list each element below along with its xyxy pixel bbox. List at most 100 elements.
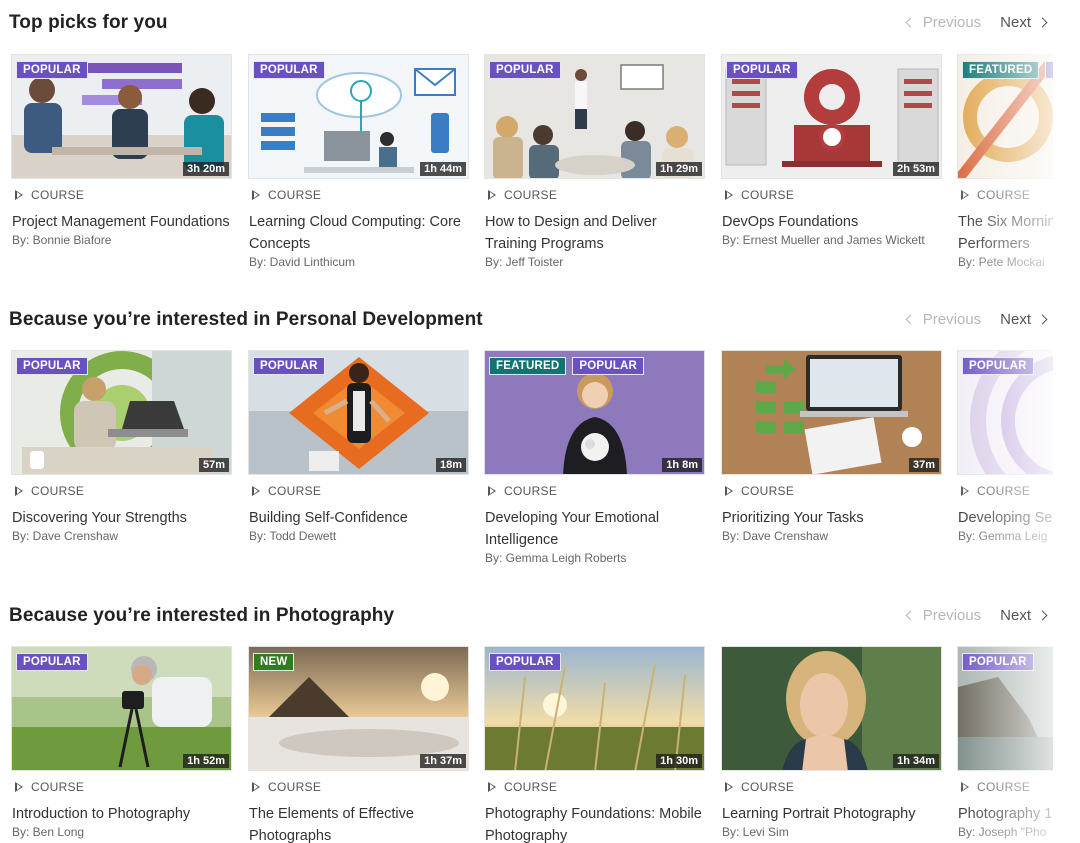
play-icon <box>252 486 260 496</box>
course-title[interactable]: Prioritizing Your Tasks <box>722 507 942 529</box>
content-type: COURSE <box>488 780 705 794</box>
next-button[interactable]: Next <box>1000 311 1048 328</box>
course-card[interactable]: POPULAR 18m COURSE Building Self-Confide… <box>248 350 469 543</box>
popular-badge: POPULAR <box>962 653 1034 671</box>
badge-group: POPULAR <box>16 653 88 671</box>
badge-group: FEATURED P <box>962 61 1053 79</box>
course-author: By: Ernest Mueller and James Wickett <box>722 233 925 247</box>
course-author: By: Dave Crenshaw <box>12 529 119 543</box>
featured-badge: FEATURED <box>489 357 567 375</box>
new-badge: NEW <box>253 653 295 671</box>
popular-badge: POPULAR <box>726 61 798 79</box>
popular-badge: POPULAR <box>16 357 88 375</box>
play-icon <box>725 782 733 792</box>
popular-badge: POPULAR <box>16 653 88 671</box>
duration-label: 2h 53m <box>893 162 939 176</box>
section-header: Because you’re interested in Personal De… <box>9 309 1080 339</box>
course-title[interactable]: Discovering Your Strengths <box>12 507 232 529</box>
course-thumbnail[interactable]: POPULAR 1h 52m <box>11 646 232 771</box>
featured-badge: FEATURED <box>962 61 1040 79</box>
popular-badge: POPULAR <box>253 61 325 79</box>
course-author: By: Ben Long <box>12 825 85 839</box>
thumbnail-image <box>722 351 941 474</box>
course-card[interactable]: 37m COURSE Prioritizing Your Tasks By: D… <box>721 350 942 543</box>
course-author: By: Pete Mockai <box>958 255 1045 269</box>
course-card[interactable]: FEATURED P COURSE The Six Mornin Perform… <box>957 54 1053 269</box>
badge-group: POPULAR <box>962 357 1034 375</box>
section-title: Because you’re interested in Personal De… <box>9 309 483 330</box>
chevron-left-icon <box>905 17 916 28</box>
course-thumbnail[interactable]: FEATURED P <box>957 54 1053 179</box>
course-thumbnail[interactable]: POPULAR 2h 53m <box>721 54 942 179</box>
course-card[interactable]: POPULAR 1h 52m COURSE Introduction to Ph… <box>11 646 232 839</box>
thumbnail-image <box>722 647 941 770</box>
content-type: COURSE <box>15 188 232 202</box>
badge-group: POPULAR <box>16 61 88 79</box>
course-title[interactable]: How to Design and Deliver Training Progr… <box>485 211 705 255</box>
course-title[interactable]: Building Self-Confidence <box>249 507 469 529</box>
course-author: By: Gemma Leigh Roberts <box>485 551 627 565</box>
course-thumbnail[interactable]: NEW 1h 37m <box>248 646 469 771</box>
duration-label: 3h 20m <box>183 162 229 176</box>
course-title[interactable]: Learning Portrait Photography <box>722 803 942 825</box>
course-title[interactable]: Introduction to Photography <box>12 803 232 825</box>
course-thumbnail[interactable]: POPULAR 1h 30m <box>484 646 705 771</box>
course-thumbnail[interactable]: POPULAR 3h 20m <box>11 54 232 179</box>
content-type: COURSE <box>488 484 705 498</box>
course-author: By: Levi Sim <box>722 825 789 839</box>
badge-group: POPULAR <box>489 61 561 79</box>
previous-button[interactable]: Previous <box>905 607 981 624</box>
course-card[interactable]: POPULAR 1h 30m COURSE Photography Founda… <box>484 646 705 843</box>
popular-badge: POPULAR <box>253 357 325 375</box>
course-title[interactable]: Developing Your Emotional Intelligence <box>485 507 705 551</box>
popular-badge: POPULAR <box>962 357 1034 375</box>
course-card[interactable]: POPULAR COURSE Developing Sel By: Gemma … <box>957 350 1053 543</box>
course-title[interactable]: The Elements of Effective Photographs <box>249 803 469 843</box>
course-card[interactable]: 1h 34m COURSE Learning Portrait Photogra… <box>721 646 942 839</box>
course-title[interactable]: The Six Mornin Performers <box>958 211 1053 255</box>
course-thumbnail[interactable]: 37m <box>721 350 942 475</box>
duration-label: 1h 34m <box>893 754 939 768</box>
badge-group: POPULAR <box>489 653 561 671</box>
course-card[interactable]: POPULAR 57m COURSE Discovering Your Stre… <box>11 350 232 543</box>
course-title[interactable]: DevOps Foundations <box>722 211 942 233</box>
chevron-left-icon <box>905 610 916 621</box>
play-icon <box>725 486 733 496</box>
course-title[interactable]: Learning Cloud Computing: Core Concepts <box>249 211 469 255</box>
carousel-track: POPULAR 3h 20m COURSE Project Management… <box>0 54 1053 282</box>
section-top-picks: Top picks for you Previous Next POPULAR … <box>0 12 1080 282</box>
badge-group: POPULAR <box>16 357 88 375</box>
previous-button[interactable]: Previous <box>905 14 981 31</box>
course-card[interactable]: NEW 1h 37m COURSE The Elements of Effect… <box>248 646 469 843</box>
course-thumbnail[interactable]: POPULAR <box>957 646 1053 771</box>
course-thumbnail[interactable]: FEATURED POPULAR 1h 8m <box>484 350 705 475</box>
course-thumbnail[interactable]: POPULAR <box>957 350 1053 475</box>
course-card[interactable]: POPULAR 1h 44m COURSE Learning Cloud Com… <box>248 54 469 269</box>
course-thumbnail[interactable]: POPULAR 1h 29m <box>484 54 705 179</box>
course-thumbnail[interactable]: POPULAR 18m <box>248 350 469 475</box>
previous-button[interactable]: Previous <box>905 311 981 328</box>
course-title[interactable]: Photography Foundations: Mobile Photogra… <box>485 803 705 843</box>
course-card[interactable]: POPULAR 3h 20m COURSE Project Management… <box>11 54 232 247</box>
course-card[interactable]: POPULAR 2h 53m COURSE DevOps Foundations… <box>721 54 942 247</box>
course-card[interactable]: FEATURED POPULAR 1h 8m COURSE Developing… <box>484 350 705 565</box>
duration-label: 1h 30m <box>656 754 702 768</box>
course-author: By: David Linthicum <box>249 255 356 269</box>
popular-badge: P <box>1045 61 1053 79</box>
next-button[interactable]: Next <box>1000 607 1048 624</box>
course-card[interactable]: POPULAR COURSE Photography 1 By: Joseph … <box>957 646 1053 839</box>
section-header: Because you’re interested in Photography… <box>9 605 1080 635</box>
course-thumbnail[interactable]: POPULAR 57m <box>11 350 232 475</box>
course-title[interactable]: Project Management Foundations <box>12 211 232 233</box>
content-type: COURSE <box>252 188 469 202</box>
play-icon <box>488 190 496 200</box>
duration-label: 1h 8m <box>662 458 702 472</box>
duration-label: 1h 44m <box>420 162 466 176</box>
next-button[interactable]: Next <box>1000 14 1048 31</box>
course-thumbnail[interactable]: 1h 34m <box>721 646 942 771</box>
chevron-right-icon <box>1037 17 1048 28</box>
course-title[interactable]: Developing Sel <box>958 507 1053 529</box>
course-card[interactable]: POPULAR 1h 29m COURSE How to Design and … <box>484 54 705 269</box>
course-thumbnail[interactable]: POPULAR 1h 44m <box>248 54 469 179</box>
course-title[interactable]: Photography 1 <box>958 803 1053 825</box>
